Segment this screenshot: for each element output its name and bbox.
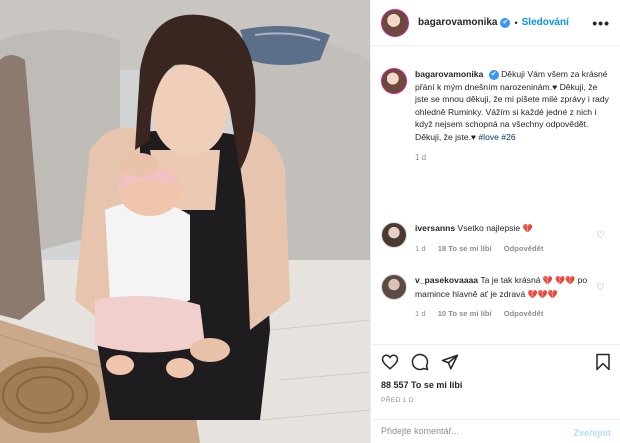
comment-meta: 1 d 10 To se mi líbí Odpovědět <box>415 308 603 321</box>
save-bookmark-icon[interactable] <box>595 353 611 371</box>
comment-likes[interactable]: 18 To se mi líbí <box>438 244 492 253</box>
photo-illustration <box>0 0 370 443</box>
like-comment-heart-icon[interactable]: ♡ <box>596 282 605 293</box>
comment-bubble-icon[interactable] <box>411 353 429 371</box>
author-username[interactable]: bagarovamonika <box>418 17 497 28</box>
broken-heart-emoji: 💔💔💔 <box>527 289 558 299</box>
caption-text-block: bagarovamonika ✔ Děkuji Vám všem za krás… <box>415 68 610 164</box>
commenter-avatar[interactable] <box>381 222 407 248</box>
share-send-icon[interactable] <box>441 353 459 371</box>
instagram-post: bagarovamonika ✔ • Sledování ••• bagarov… <box>0 0 620 443</box>
comment-item: v_pasekovaaaa Ta je tak krásná 💔 💔💔 po m… <box>371 274 620 321</box>
post-comment-button[interactable]: Zveřejnit <box>573 428 611 438</box>
post-side-panel: bagarovamonika ✔ • Sledování ••• bagarov… <box>370 0 620 443</box>
caption-time: 1 d <box>415 152 427 162</box>
comment-likes[interactable]: 10 To se mi líbí <box>438 309 492 318</box>
comment-body: iversanns Vsetko najlepsie 💔 1 d 18 To s… <box>415 222 603 255</box>
more-options-icon[interactable]: ••• <box>592 15 610 31</box>
reply-button[interactable]: Odpovědět <box>504 244 544 253</box>
verified-badge-icon: ✔ <box>500 17 511 28</box>
comment-meta: 1 d 18 To se mi líbí Odpovědět <box>415 243 603 256</box>
comment-item: iversanns Vsetko najlepsie 💔 1 d 18 To s… <box>371 222 620 255</box>
action-bar <box>371 344 620 378</box>
commenter-username[interactable]: v_pasekovaaaa <box>415 275 478 285</box>
like-comment-heart-icon[interactable]: ♡ <box>596 230 605 241</box>
author-avatar[interactable] <box>381 8 409 37</box>
add-comment-bar: Zveřejnit <box>371 419 620 443</box>
like-heart-icon[interactable] <box>381 353 399 371</box>
post-caption: bagarovamonika ✔ Děkuji Vám všem za krás… <box>371 46 620 164</box>
comment-text: Vsetko najlepsie <box>457 223 521 233</box>
comment-time: 1 d <box>415 243 426 253</box>
post-header: bagarovamonika ✔ • Sledování ••• <box>371 0 620 46</box>
caption-avatar[interactable] <box>381 68 407 94</box>
caption-hashtags[interactable]: #love #26 <box>478 132 515 142</box>
comment-time: 1 d <box>415 309 426 319</box>
likes-count[interactable]: 88 557 To se mi líbí <box>381 380 462 390</box>
caption-verified-icon: ✔ <box>488 69 499 80</box>
reply-button[interactable]: Odpovědět <box>504 309 544 318</box>
broken-heart-emoji: 💔 <box>542 276 553 285</box>
posted-time: PŘED 1 D <box>381 397 414 404</box>
caption-username[interactable]: bagarovamonika <box>415 69 483 79</box>
header-separator: • <box>514 17 518 28</box>
comment-text: Ta je tak krásná <box>480 275 541 285</box>
post-photo[interactable] <box>0 0 370 443</box>
commenter-username[interactable]: iversanns <box>415 223 455 233</box>
comment-body: v_pasekovaaaa Ta je tak krásná 💔 💔💔 po m… <box>415 274 603 321</box>
broken-heart-emoji: 💔💔 <box>555 276 576 285</box>
follow-button[interactable]: Sledování <box>522 17 569 28</box>
comment-input[interactable] <box>381 426 561 436</box>
broken-heart-emoji: 💔 <box>522 224 533 233</box>
commenter-avatar[interactable] <box>381 274 407 300</box>
